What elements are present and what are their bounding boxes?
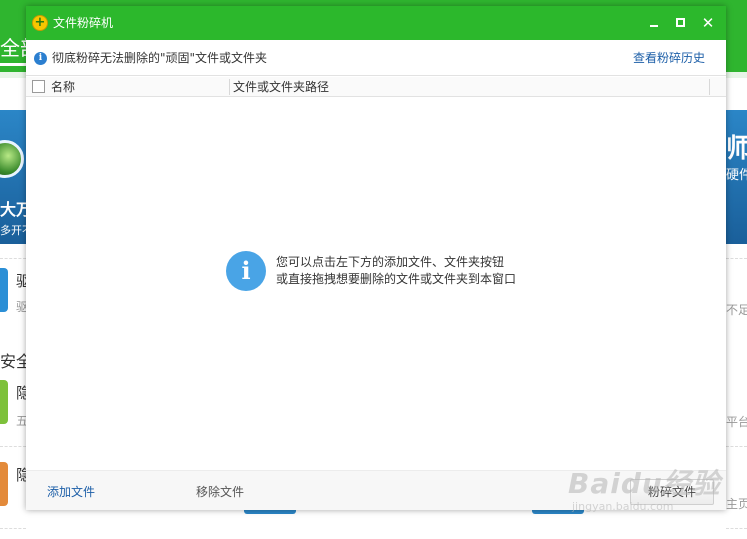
column-resize-handle[interactable] <box>709 79 710 95</box>
background-divider <box>0 258 26 259</box>
column-header-name[interactable]: 名称 <box>51 80 75 94</box>
background-divider <box>0 528 26 529</box>
close-button[interactable]: ✕ <box>698 13 718 33</box>
row3-right-text: 主页 <box>726 497 747 511</box>
plus-shield-icon: + <box>32 15 48 31</box>
minimize-button[interactable] <box>644 13 664 33</box>
remove-file-button[interactable]: 移除文件 <box>196 485 244 499</box>
background-divider-right <box>726 446 747 447</box>
background-button-peek <box>244 510 296 514</box>
banner-right-subtitle: 硬件 <box>726 168 747 183</box>
info-bar: i 彻底粉碎无法删除的"顽固"文件或文件夹 查看粉碎历史 <box>26 40 726 76</box>
file-shredder-dialog: + 文件粉碎机 ✕ i 彻底粉碎无法删除的"顽固"文件或文件夹 查看粉碎历史 名… <box>26 6 726 510</box>
hidden-tool-icon <box>0 462 8 506</box>
background-tab-all[interactable]: 全部 <box>0 30 26 66</box>
row2-right-text: 平台 <box>726 415 747 429</box>
row3-title[interactable]: 隐 <box>16 464 26 485</box>
info-icon: i <box>226 251 266 291</box>
banner-left-subtitle: 多开不 <box>0 224 26 237</box>
shred-files-button[interactable]: 粉碎文件 <box>630 479 714 505</box>
add-file-button[interactable]: 添加文件 <box>47 485 95 499</box>
dialog-titlebar[interactable]: + 文件粉碎机 ✕ <box>26 6 726 40</box>
info-icon: i <box>34 52 47 65</box>
hint-line-1: 您可以点击左下方的添加文件、文件夹按钮 <box>276 255 505 269</box>
banner-left-title: 大万 <box>0 200 26 219</box>
eye-ball-icon <box>0 140 24 178</box>
row1-subtitle: 驱 <box>16 300 26 314</box>
background-divider <box>0 446 26 447</box>
select-all-checkbox[interactable] <box>32 80 45 93</box>
row1-right-text: 不足 <box>726 303 747 317</box>
file-list-header: 名称 文件或文件夹路径 <box>26 77 726 97</box>
column-resize-handle[interactable] <box>229 79 230 95</box>
hint-line-2: 或直接拖拽想要删除的文件或文件夹到本窗口 <box>276 272 517 286</box>
driver-tool-icon <box>0 268 8 312</box>
view-shred-history-link[interactable]: 查看粉碎历史 <box>633 51 705 65</box>
background-button-peek <box>532 510 584 514</box>
empty-list-hint: i 您可以点击左下方的添加文件、文件夹按钮 或直接拖拽想要删除的文件或文件夹到本… <box>226 251 546 291</box>
background-banner-left[interactable]: 大万 多开不 <box>0 110 26 244</box>
background-banner-right[interactable]: 师 硬件 <box>726 110 747 244</box>
section-title-security: 安全 <box>0 352 26 371</box>
maximize-icon <box>676 18 685 27</box>
background-divider-right <box>726 528 747 529</box>
privacy-tool-icon <box>0 380 8 424</box>
column-header-path[interactable]: 文件或文件夹路径 <box>233 80 329 94</box>
dialog-footer: 添加文件 移除文件 粉碎文件 <box>26 470 726 510</box>
dialog-title: 文件粉碎机 <box>53 16 114 30</box>
close-icon: ✕ <box>701 14 715 32</box>
maximize-button[interactable] <box>671 13 691 33</box>
row2-subtitle: 五 <box>16 414 26 428</box>
minimize-icon <box>650 25 658 27</box>
row2-title[interactable]: 隐 <box>16 382 26 403</box>
row1-title[interactable]: 驱 <box>16 270 26 291</box>
background-divider-right <box>726 258 747 259</box>
info-description: 彻底粉碎无法删除的"顽固"文件或文件夹 <box>52 51 268 65</box>
banner-right-title: 师 <box>726 134 747 164</box>
file-drop-list[interactable]: i 您可以点击左下方的添加文件、文件夹按钮 或直接拖拽想要删除的文件或文件夹到本… <box>26 98 726 470</box>
